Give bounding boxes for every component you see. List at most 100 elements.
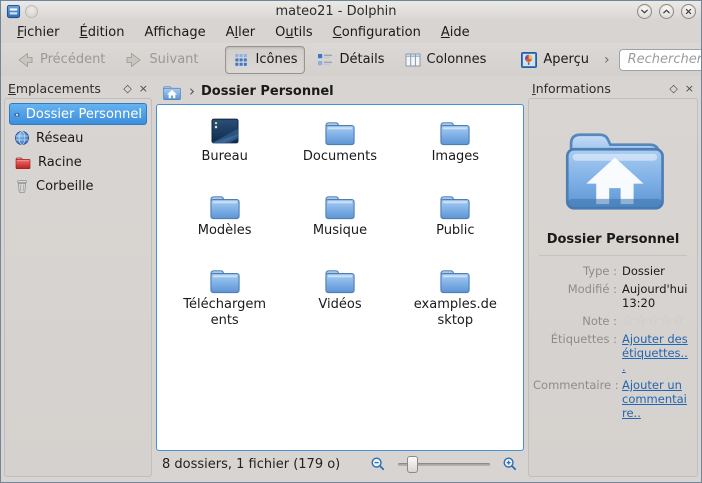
minimize-button[interactable] [637, 4, 652, 19]
menu-outils[interactable]: Outils [265, 23, 323, 42]
preview-button[interactable]: Aperçu [512, 46, 597, 74]
back-button[interactable]: Précédent [7, 45, 113, 75]
arrow-right-icon [124, 50, 144, 70]
icons-view-button[interactable]: Icônes [225, 46, 306, 74]
info-type-value: Dossier [622, 264, 690, 278]
zoom-slider-handle[interactable] [407, 456, 418, 473]
folder-icon [207, 263, 243, 295]
file-item-modeles[interactable]: Modèles [167, 189, 282, 263]
main-column: › Dossier Personnel Bureau [156, 78, 524, 477]
window-title: mateo21 - Dolphin [42, 4, 630, 19]
menubar: Fichier Édition Affichage Aller Outils C… [1, 21, 701, 43]
folder-grid: Bureau Documents [157, 105, 523, 337]
info-modified-value: Aujourd'hui 13:20 [622, 282, 690, 310]
information-panel-body: Dossier Personnel Type : Dossier Modifié… [528, 98, 698, 477]
content-area: Emplacements ◇ × Dossier Personnel [1, 76, 701, 482]
columns-view-button[interactable]: Colonnes [396, 46, 495, 74]
breadcrumb: › Dossier Personnel [156, 78, 524, 104]
large-home-folder-icon [552, 111, 674, 218]
folder-icon [437, 263, 473, 295]
info-tags-label: Étiquettes : [533, 332, 617, 374]
folder-icon [437, 189, 473, 221]
file-item-musique[interactable]: Musique [282, 189, 397, 263]
menu-aller[interactable]: Aller [216, 23, 266, 42]
globe-icon [14, 130, 30, 146]
folder-icon [322, 263, 358, 295]
menu-fichier[interactable]: Fichier [7, 23, 70, 42]
red-folder-icon [14, 154, 32, 170]
chevron-up-icon [662, 7, 671, 16]
close-button[interactable] [681, 4, 696, 19]
info-comment-label: Commentaire : [533, 378, 617, 420]
folder-icon [437, 115, 473, 147]
places-panel: Emplacements ◇ × Dossier Personnel [4, 78, 152, 477]
preview-icon [520, 51, 538, 69]
information-panel-title: Informations [532, 81, 662, 96]
icons-view-icon [233, 51, 251, 69]
menu-edition[interactable]: Édition [70, 23, 135, 42]
titlebar: mateo21 - Dolphin [1, 1, 701, 21]
places-panel-header: Emplacements ◇ × [4, 78, 152, 98]
menu-affichage[interactable]: Affichage [134, 23, 215, 42]
info-note-label: Note : [533, 314, 617, 328]
forward-button[interactable]: Suivant [116, 45, 206, 75]
add-comment-link[interactable]: Ajouter un commentaire.. [622, 378, 690, 420]
info-details: Type : Dossier Modifié : Aujourd'hui 13:… [533, 264, 693, 420]
panel-float-icon[interactable]: ◇ [669, 83, 677, 94]
place-item-home[interactable]: Dossier Personnel [9, 103, 147, 125]
places-list: Dossier Personnel Réseau [4, 98, 152, 477]
breadcrumb-current[interactable]: Dossier Personnel [201, 84, 334, 99]
file-item-bureau[interactable]: Bureau [167, 115, 282, 189]
place-item-trash[interactable]: Corbeille [9, 175, 147, 197]
zoom-slider[interactable] [398, 456, 490, 473]
info-type-label: Type : [533, 264, 617, 278]
desktop-icon [207, 115, 243, 147]
toolbar: Précédent Suivant Icônes Détail [1, 43, 701, 76]
folder-icon [322, 115, 358, 147]
close-icon [684, 7, 693, 16]
breadcrumb-separator: › [189, 82, 195, 100]
dolphin-window: mateo21 - Dolphin Fichier Édition Affich… [0, 0, 702, 483]
home-folder-icon [14, 106, 20, 122]
folder-icon [322, 189, 358, 221]
menu-configuration[interactable]: Configuration [323, 23, 431, 42]
information-panel: Informations ◇ × Dossier Personnel Type … [528, 78, 698, 477]
file-item-videos[interactable]: Vidéos [282, 263, 397, 337]
details-view-button[interactable]: Détails [308, 46, 392, 74]
details-view-icon [316, 51, 334, 69]
folder-view: Bureau Documents [156, 104, 524, 451]
info-modified-label: Modifié : [533, 282, 617, 310]
places-panel-title: Emplacements [8, 81, 116, 96]
info-separator [539, 255, 687, 256]
folder-icon [207, 189, 243, 221]
arrow-left-icon [15, 50, 35, 70]
place-item-network[interactable]: Réseau [9, 127, 147, 149]
menu-aide[interactable]: Aide [431, 23, 480, 42]
breadcrumb-home-icon[interactable] [161, 82, 183, 101]
file-item-images[interactable]: Images [398, 115, 513, 189]
place-item-root[interactable]: Racine [9, 151, 147, 173]
panel-float-icon[interactable]: ◇ [123, 83, 131, 94]
dolphin-app-icon [6, 4, 21, 19]
rating-stars[interactable]: ☆☆☆☆☆ [622, 314, 690, 328]
maximize-button[interactable] [659, 4, 674, 19]
file-item-examples-desktop[interactable]: examples.desktop [398, 263, 513, 337]
status-bar: 8 dossiers, 1 fichier (179 o) [156, 451, 524, 477]
search-input[interactable] [619, 49, 702, 71]
file-item-documents[interactable]: Documents [282, 115, 397, 189]
panel-close-icon[interactable]: × [685, 83, 694, 94]
add-tags-link[interactable]: Ajouter des étiquettes... [622, 332, 690, 374]
file-item-telechargements[interactable]: Téléchargements [167, 263, 282, 337]
pin-icon[interactable] [25, 5, 38, 18]
zoom-in-icon[interactable] [502, 456, 518, 472]
columns-view-icon [404, 51, 422, 69]
information-panel-header: Informations ◇ × [528, 78, 698, 98]
file-item-public[interactable]: Public [398, 189, 513, 263]
toolbar-overflow-chevron[interactable]: › [604, 52, 610, 68]
zoom-out-icon[interactable] [370, 456, 386, 472]
chevron-down-icon [640, 7, 649, 16]
trash-icon [14, 178, 30, 194]
status-summary: 8 dossiers, 1 fichier (179 o) [162, 457, 362, 472]
info-folder-name: Dossier Personnel [547, 232, 680, 247]
panel-close-icon[interactable]: × [139, 83, 148, 94]
